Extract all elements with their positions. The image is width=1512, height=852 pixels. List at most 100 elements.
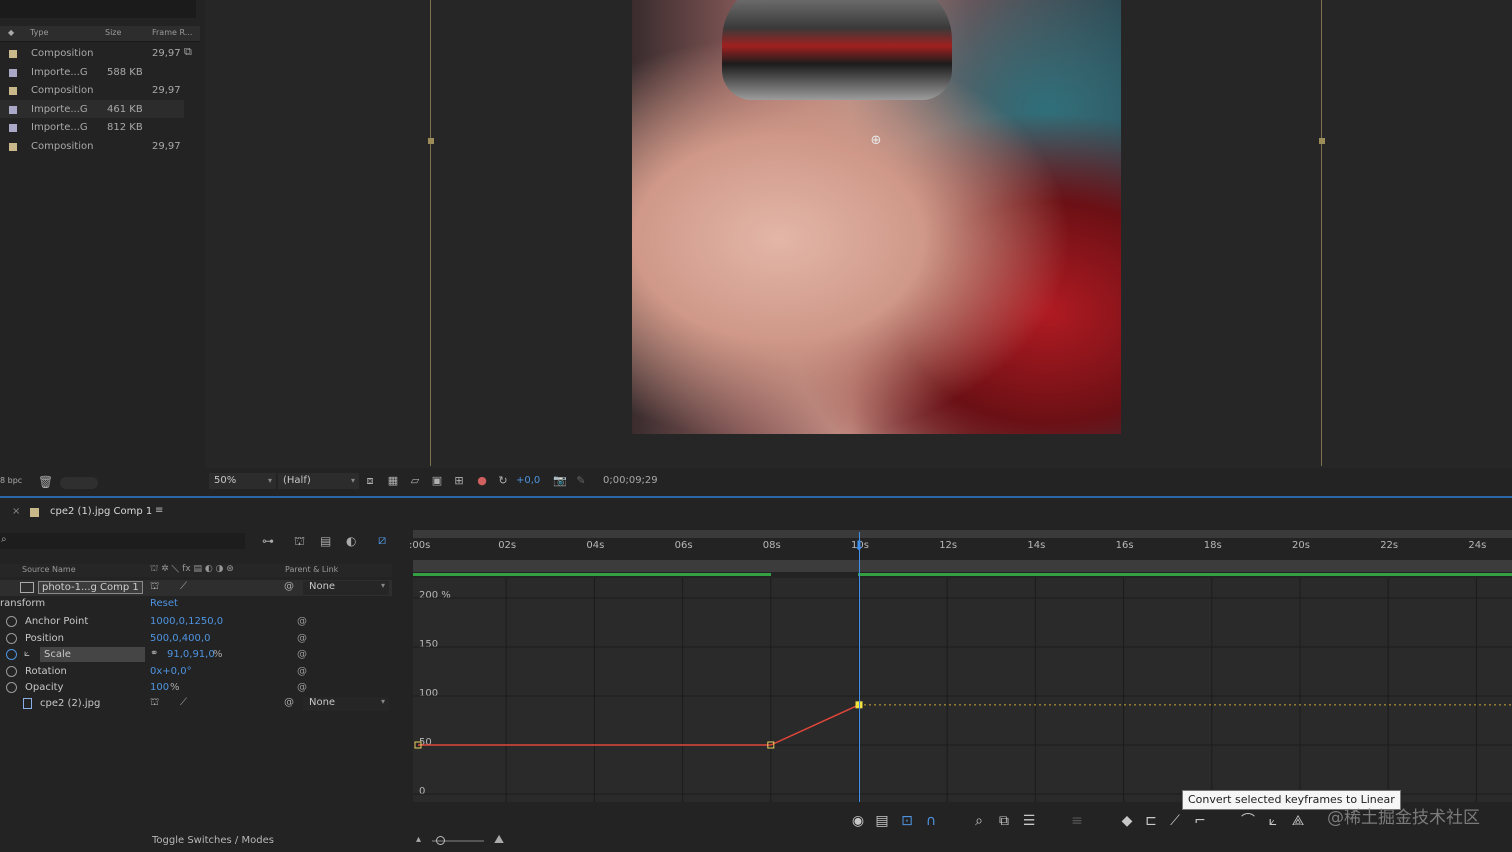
zoom-slider-handle[interactable] — [436, 836, 445, 845]
project-item[interactable]: Importe...G 461 KB — [0, 99, 184, 118]
toggle-switches-modes[interactable]: Toggle Switches / Modes — [152, 835, 274, 846]
auto-bezier-icon[interactable]: ⌐ — [1191, 812, 1209, 830]
pick-whip-icon[interactable]: @ — [297, 682, 307, 693]
property-value[interactable]: 100 — [150, 682, 169, 693]
property-value[interactable]: 91,0,91,0 — [167, 649, 215, 660]
scale-curve[interactable] — [418, 704, 860, 746]
time-ruler[interactable]: :00s02s04s06s08s10s12s14s16s18s20s22s24s — [409, 530, 1512, 578]
timeline-tab[interactable]: × cpe2 (1).jpg Comp 1 ≡ — [0, 504, 170, 522]
mask-visibility-icon[interactable]: ▱ — [408, 474, 422, 488]
property-value[interactable]: 0x+0,0° — [150, 666, 192, 677]
project-item[interactable]: Composition 29,97 — [0, 137, 184, 155]
quality-switch-icon[interactable]: ⟋ — [180, 697, 187, 708]
project-item[interactable]: Importe...G 812 KB — [0, 118, 184, 136]
bpc-label[interactable]: 8 bpc — [0, 476, 22, 485]
work-area-bar[interactable] — [413, 560, 1512, 572]
easy-ease-out-icon[interactable]: ⟁ — [1289, 812, 1307, 830]
eye-icon[interactable]: ◉ — [849, 812, 867, 830]
switches-icons[interactable]: ⛫ ✲ ⟍ fx ▤ ◐ ◑ ⊛ — [150, 564, 234, 575]
zoom-in-icon[interactable]: ⛰ — [494, 832, 504, 847]
graph-icon[interactable]: ⟀ — [24, 648, 30, 659]
channel-icon[interactable]: ● — [475, 474, 489, 488]
layer-row[interactable]: photo-1...g Comp 1 ⛫ ⟋ @ None ▾ — [0, 580, 392, 596]
linear-keyframe-icon[interactable]: ⟋ — [1166, 812, 1184, 830]
keyframe-icon[interactable]: ◆ — [1118, 812, 1136, 830]
column-parent[interactable]: Parent & Link — [285, 565, 338, 574]
pick-whip-icon[interactable]: @ — [284, 697, 294, 708]
grid-guides-icon[interactable]: ⊞ — [452, 474, 466, 488]
easy-ease-in-icon[interactable]: ⟀ — [1264, 812, 1282, 830]
region-of-interest-icon[interactable]: ▣ — [430, 474, 444, 488]
graph-editor[interactable]: 200 % 150 100 50 0 — [413, 578, 1512, 802]
current-timecode[interactable]: 0;00;09;29 — [603, 475, 658, 486]
thumbnail-slider[interactable] — [60, 477, 98, 489]
stopwatch-active-icon[interactable] — [6, 649, 17, 660]
zoom-out-icon[interactable]: ▴ — [416, 834, 421, 845]
stopwatch-icon[interactable] — [6, 682, 17, 693]
snap-icon[interactable]: ∩ — [922, 812, 940, 830]
fit-all-icon[interactable]: ⧉ — [995, 812, 1013, 830]
layer-row[interactable]: cpe2 (2).jpg ⛫ ⟋ @ None ▾ — [0, 696, 392, 712]
trash-icon[interactable]: 🗑 — [38, 475, 53, 489]
layer-name[interactable]: photo-1...g Comp 1 — [38, 581, 143, 594]
label-swatch[interactable] — [9, 124, 17, 133]
graph-type-icon[interactable]: ▤ — [873, 812, 891, 830]
magnification-dropdown[interactable]: 50% ▾ — [209, 473, 276, 489]
column-type[interactable]: Type — [30, 28, 48, 37]
transform-group-label[interactable]: ransform — [0, 598, 45, 609]
hold-keyframe-icon[interactable]: ⊏ — [1142, 812, 1160, 830]
flowchart-icon[interactable]: ⧉ — [184, 45, 192, 59]
pick-whip-icon[interactable]: @ — [297, 633, 307, 644]
label-swatch[interactable] — [9, 68, 17, 77]
column-size[interactable]: Size — [105, 28, 121, 37]
close-icon[interactable]: × — [12, 506, 20, 517]
stopwatch-icon[interactable] — [6, 616, 17, 627]
transparency-grid-icon[interactable]: ▦ — [386, 474, 400, 488]
hamburger-menu-icon[interactable]: ≡ — [155, 505, 163, 516]
project-item[interactable]: Importe...G 588 KB — [0, 63, 184, 81]
label-swatch[interactable] — [9, 105, 17, 114]
edit-keyframe-icon[interactable]: ≡ — [1068, 812, 1086, 830]
property-value[interactable]: 1000,0,1250,0 — [150, 616, 223, 627]
parent-dropdown[interactable]: None ▾ — [303, 697, 389, 711]
label-swatch[interactable] — [9, 143, 17, 151]
quality-switch-icon[interactable]: ⟋ — [180, 581, 187, 592]
transform-reset-link[interactable]: Reset — [150, 598, 178, 609]
pick-whip-icon[interactable]: @ — [297, 616, 307, 627]
anchor-point-icon[interactable]: ⊕ — [869, 134, 883, 148]
separate-dimensions-icon[interactable]: ☰ — [1020, 812, 1038, 830]
label-icon[interactable]: ◆ — [8, 28, 14, 37]
motion-blur-icon[interactable]: ◐ — [346, 534, 356, 548]
property-value[interactable]: 500,0,400,0 — [150, 633, 210, 644]
exposure-value[interactable]: +0,0 — [516, 475, 540, 486]
timeline-search-input[interactable]: ⌕ — [0, 533, 245, 549]
easy-ease-icon[interactable]: ⌒ — [1239, 812, 1257, 830]
playhead-line[interactable] — [859, 532, 860, 802]
fast-preview-icon[interactable]: ⧈ — [363, 474, 377, 488]
navigator-bar[interactable] — [413, 530, 1512, 538]
shy-switch-icon[interactable]: ⛫ — [150, 697, 159, 710]
snapshot-icon[interactable]: 📷 — [553, 474, 567, 488]
pick-whip-icon[interactable]: @ — [297, 666, 307, 677]
label-swatch[interactable] — [9, 50, 17, 58]
constrain-proportions-icon[interactable]: ⚭ — [150, 648, 158, 659]
resolution-dropdown[interactable]: (Half) ▾ — [278, 473, 359, 489]
graph-editor-icon[interactable]: ⧄ — [378, 533, 386, 548]
stopwatch-icon[interactable] — [6, 666, 17, 677]
frame-blending-icon[interactable]: ▤ — [320, 534, 331, 548]
column-frame-rate[interactable]: Frame R... — [152, 28, 192, 37]
value-graph[interactable] — [413, 578, 1512, 802]
project-item[interactable]: Composition 29,97 — [0, 44, 184, 62]
show-snapshot-icon[interactable]: ✎ — [574, 474, 588, 488]
draft-3d-icon[interactable]: ⊶ — [262, 534, 274, 548]
parent-dropdown[interactable]: None ▾ — [303, 581, 389, 595]
transform-box-icon[interactable]: ⊡ — [898, 812, 916, 830]
pick-whip-icon[interactable]: @ — [284, 581, 294, 592]
playhead-head-icon[interactable]: ⬇ — [853, 540, 865, 554]
stopwatch-icon[interactable] — [6, 633, 17, 644]
transform-handle-left[interactable] — [428, 138, 434, 144]
column-source-name[interactable]: Source Name — [22, 565, 76, 574]
pick-whip-icon[interactable]: @ — [297, 649, 307, 660]
shy-icon[interactable]: ⛫ — [294, 534, 305, 550]
layer-name[interactable]: cpe2 (2).jpg — [40, 698, 100, 709]
